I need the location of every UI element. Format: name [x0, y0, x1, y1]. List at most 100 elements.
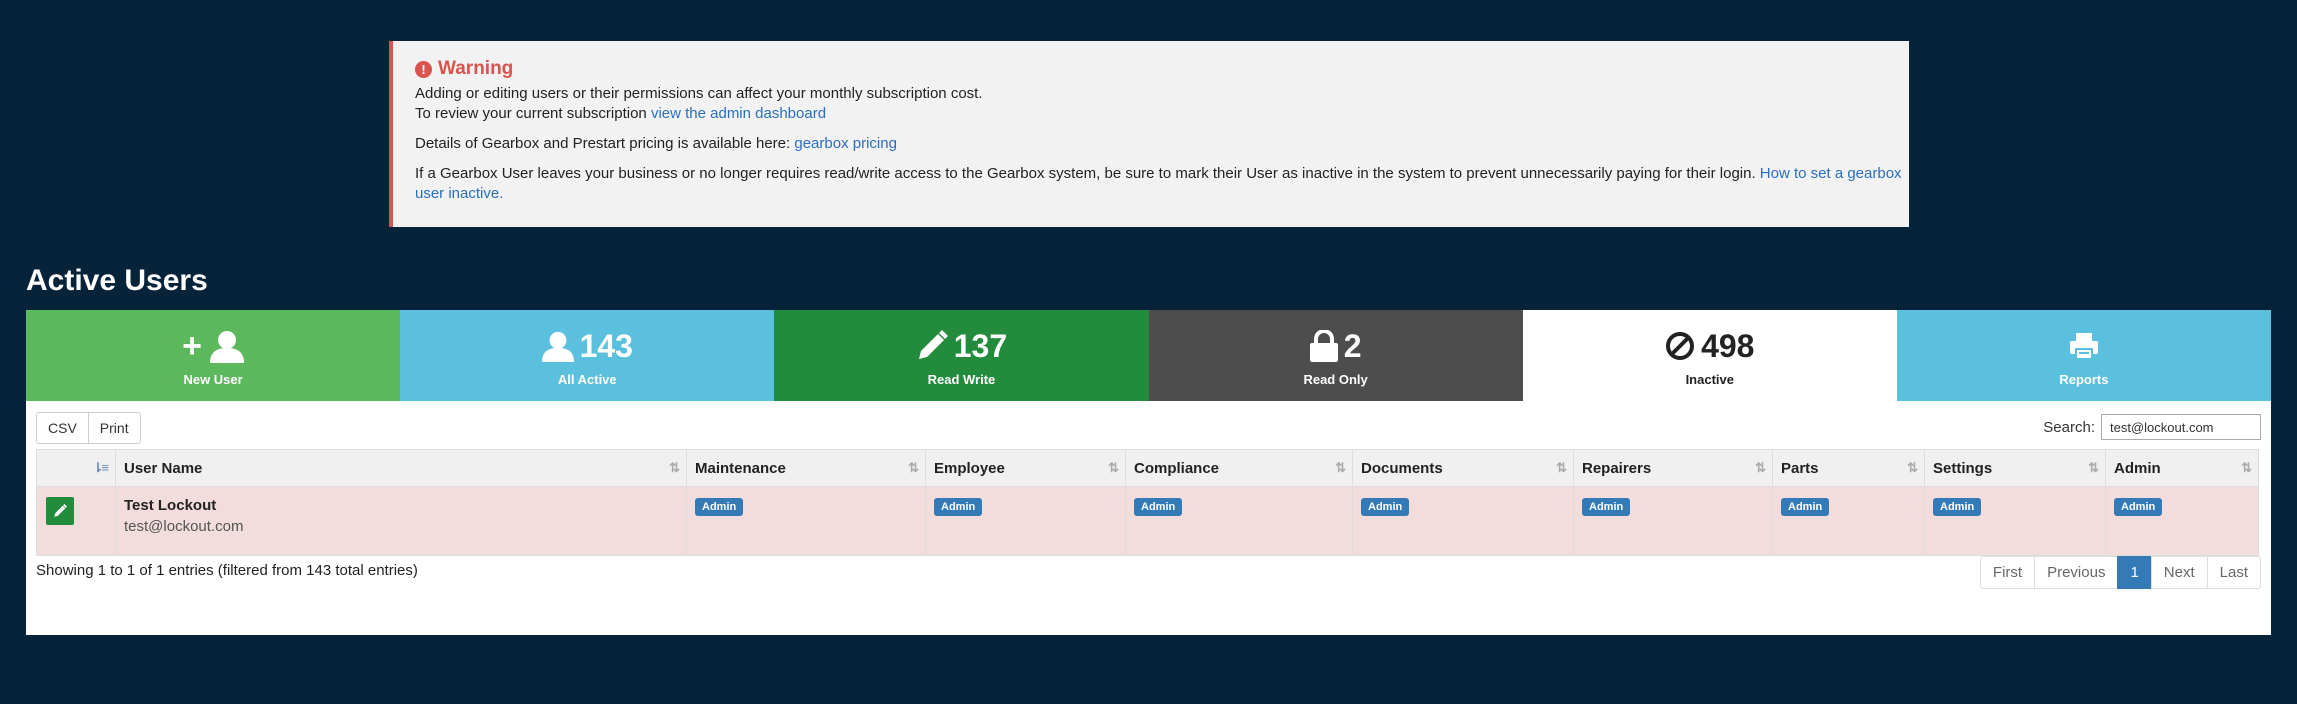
column-header-compliance[interactable]: Compliance ⇅ — [1125, 449, 1353, 487]
warning-line-2: To review your current subscription view… — [415, 104, 1909, 124]
column-header-text: Documents — [1361, 459, 1443, 477]
reports-tile[interactable]: Reports — [1896, 310, 2272, 401]
sort-icon: ⇅ — [1108, 460, 1119, 475]
parts-cell: Admin — [1772, 486, 1925, 556]
reports-label: Reports — [2059, 372, 2109, 387]
pagination: First Previous 1 Next Last — [1979, 556, 2261, 589]
pagination-first[interactable]: First — [1979, 556, 2036, 589]
search-label: Search: — [2043, 418, 2095, 436]
warning-line-4-text: If a Gearbox User leaves your business o… — [415, 165, 1760, 182]
warning-line-4: If a Gearbox User leaves your business o… — [415, 164, 1909, 204]
lock-icon — [1309, 330, 1338, 362]
column-header-user-name[interactable]: User Name ⇅ — [115, 449, 687, 487]
column-header-text: Settings — [1933, 459, 1993, 477]
sort-icon: ⇅ — [2241, 460, 2252, 475]
user-icon — [210, 331, 245, 363]
exclamation-circle-icon: ! — [415, 60, 432, 78]
pencil-icon — [54, 504, 67, 517]
permission-badge: Admin — [1933, 498, 1982, 516]
permission-badge: Admin — [695, 498, 744, 516]
new-user-tile[interactable]: + New User — [26, 310, 401, 401]
table-header-row: ⇂≡ User Name ⇅ Maintenance ⇅ Employee ⇅ Com… — [36, 449, 2259, 487]
sort-icon: ⇅ — [1907, 460, 1918, 475]
read-only-label: Read Only — [1303, 372, 1368, 387]
column-header-text: Employee — [934, 459, 1005, 477]
print-button[interactable]: Print — [88, 412, 141, 444]
inactive-count: 498 — [1701, 327, 1755, 364]
all-active-label: All Active — [557, 372, 617, 387]
row-actions-cell — [36, 486, 116, 556]
search-box: Search: — [2043, 414, 2261, 440]
search-input[interactable] — [2101, 414, 2261, 440]
column-header-repairers[interactable]: Repairers ⇅ — [1573, 449, 1773, 487]
permission-badge: Admin — [1361, 498, 1410, 516]
sort-icon: ⇅ — [2088, 460, 2099, 475]
sort-icon: ⇂≡ — [92, 460, 110, 475]
export-buttons: CSV Print — [36, 412, 141, 444]
table-info: Showing 1 to 1 of 1 entries (filtered fr… — [36, 562, 418, 579]
sort-icon: ⇅ — [1335, 460, 1346, 475]
column-header-text: Compliance — [1134, 459, 1220, 477]
warning-title-text: Warning — [438, 58, 514, 79]
permission-badge: Admin — [1781, 498, 1830, 516]
user-icon — [541, 331, 574, 362]
gearbox-pricing-link[interactable]: gearbox pricing — [794, 135, 897, 152]
read-write-label: Read Write — [927, 372, 996, 387]
warning-line-3-text: Details of Gearbox and Prestart pricing … — [415, 135, 795, 152]
column-header-admin[interactable]: Admin ⇅ — [2105, 449, 2259, 487]
pagination-next[interactable]: Next — [2150, 556, 2208, 589]
column-header-documents[interactable]: Documents ⇅ — [1352, 449, 1574, 487]
column-header-actions[interactable]: ⇂≡ — [36, 449, 116, 487]
user-filter-tiles: + New User 143 All Active 137 Read Write… — [26, 310, 2272, 401]
table-row: Test Lockout test@lockout.com Admin Admi… — [36, 486, 2259, 556]
warning-title: ! Warning — [415, 59, 1909, 79]
column-header-text: Admin — [2114, 459, 2161, 477]
user-email: test@lockout.com — [124, 518, 244, 535]
ban-icon — [1666, 332, 1695, 360]
edit-user-button[interactable] — [46, 497, 74, 525]
sort-icon: ⇅ — [908, 460, 919, 475]
inactive-label: Inactive — [1685, 372, 1734, 387]
sort-icon: ⇅ — [1755, 460, 1766, 475]
pagination-last[interactable]: Last — [2206, 556, 2261, 589]
column-header-employee[interactable]: Employee ⇅ — [925, 449, 1126, 487]
all-active-tile[interactable]: 143 All Active — [400, 310, 775, 401]
column-header-maintenance[interactable]: Maintenance ⇅ — [686, 449, 926, 487]
pagination-page-1[interactable]: 1 — [2117, 556, 2152, 589]
column-header-parts[interactable]: Parts ⇅ — [1772, 449, 1925, 487]
printer-icon — [2069, 333, 2098, 360]
read-write-count: 137 — [953, 327, 1008, 364]
column-header-text: Repairers — [1582, 459, 1652, 477]
csv-button[interactable]: CSV — [36, 412, 89, 444]
column-header-text: Parts — [1781, 459, 1819, 477]
plus-icon: + — [182, 327, 203, 365]
users-table: ⇂≡ User Name ⇅ Maintenance ⇅ Employee ⇅ Com… — [36, 449, 2259, 556]
documents-cell: Admin — [1352, 486, 1574, 556]
warning-line-3: Details of Gearbox and Prestart pricing … — [415, 134, 1909, 154]
settings-cell: Admin — [1924, 486, 2106, 556]
repairers-cell: Admin — [1573, 486, 1773, 556]
permission-badge: Admin — [934, 498, 983, 516]
maintenance-cell: Admin — [686, 486, 926, 556]
employee-cell: Admin — [925, 486, 1126, 556]
pagination-previous[interactable]: Previous — [2034, 556, 2119, 589]
read-only-tile[interactable]: 2 Read Only — [1148, 310, 1523, 401]
column-header-settings[interactable]: Settings ⇅ — [1924, 449, 2106, 487]
page-title: Active Users — [26, 264, 208, 297]
admin-dashboard-link[interactable]: view the admin dashboard — [651, 105, 826, 122]
permission-badge: Admin — [2114, 498, 2163, 516]
warning-line-2-text: To review your current subscription — [415, 105, 651, 122]
warning-line-1: Adding or editing users or their permiss… — [415, 85, 983, 102]
sort-icon: ⇅ — [1556, 460, 1567, 475]
permission-badge: Admin — [1582, 498, 1631, 516]
compliance-cell: Admin — [1125, 486, 1353, 556]
new-user-label: New User — [183, 372, 243, 387]
users-table-panel: CSV Print Search: ⇂≡ User Name ⇅ Maintena… — [26, 401, 2271, 635]
permission-badge: Admin — [1134, 498, 1183, 516]
inactive-tile[interactable]: 498 Inactive — [1522, 310, 1897, 401]
read-only-count: 2 — [1343, 327, 1362, 364]
all-active-count: 143 — [579, 327, 633, 364]
user-name-cell: Test Lockout test@lockout.com — [115, 486, 687, 556]
read-write-tile[interactable]: 137 Read Write — [774, 310, 1149, 401]
sort-icon: ⇅ — [669, 460, 680, 475]
